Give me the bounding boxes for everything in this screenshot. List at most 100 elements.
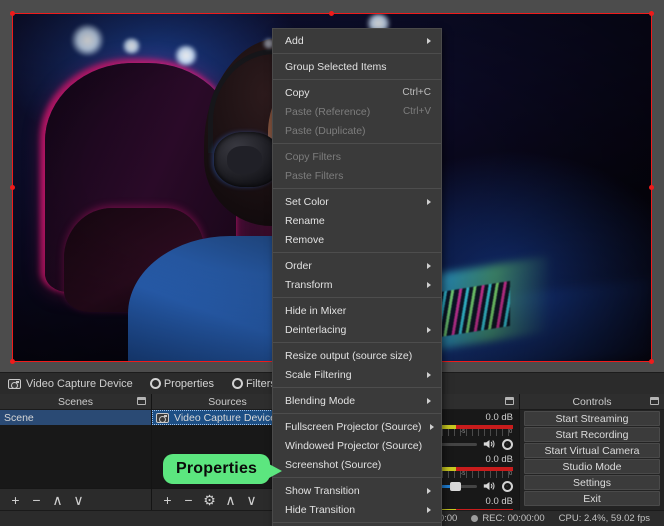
popout-icon[interactable] (505, 397, 514, 405)
submenu-arrow-icon (427, 198, 431, 205)
settings-button[interactable]: Settings (524, 475, 660, 490)
menu-item-transform[interactable]: Transform (273, 275, 441, 294)
sources-dock-title: Sources (208, 395, 247, 408)
toolbar-properties-button[interactable]: Properties (141, 373, 223, 394)
audio-track-level: 0.0 dB (485, 454, 513, 465)
start-streaming-button[interactable]: Start Streaming (524, 411, 660, 426)
controls-dock-title: Controls (572, 395, 612, 408)
menu-item-paste-reference: Paste (Reference) Ctrl+V (273, 102, 441, 121)
move-scene-down-button[interactable]: ∨ (69, 491, 88, 509)
menu-item-hide-in-mixer[interactable]: Hide in Mixer (273, 301, 441, 320)
menu-separator (273, 477, 441, 478)
properties-callout-tail (269, 463, 283, 478)
menu-item-windowed-projector[interactable]: Windowed Projector (Source) (273, 436, 441, 455)
start-recording-button[interactable]: Start Recording (524, 427, 660, 442)
menu-label: Blending Mode (285, 394, 356, 407)
menu-label: Order (285, 259, 312, 272)
remove-scene-button[interactable]: − (27, 491, 46, 509)
menu-label: Transform (285, 278, 333, 291)
audio-track-level: 0.0 dB (485, 412, 513, 423)
menu-separator (273, 188, 441, 189)
add-scene-button[interactable]: + (6, 491, 25, 509)
menu-item-paste-filters: Paste Filters (273, 166, 441, 185)
scene-list-item[interactable]: Scene (0, 410, 151, 425)
controls-body: Start Streaming Start Recording Start Vi… (520, 410, 664, 510)
audio-settings-gear-icon[interactable] (502, 480, 513, 492)
source-context-menu[interactable]: Add Group Selected Items Copy Ctrl+C Past… (272, 28, 442, 526)
menu-item-remove[interactable]: Remove (273, 230, 441, 249)
menu-label: Paste (Duplicate) (285, 124, 366, 137)
submenu-arrow-icon (427, 371, 431, 378)
menu-item-resize-output[interactable]: Resize output (source size) (273, 346, 441, 365)
menu-item-add[interactable]: Add (273, 31, 441, 50)
menu-item-scale-filtering[interactable]: Scale Filtering (273, 365, 441, 384)
popout-icon[interactable] (650, 397, 659, 405)
speaker-icon[interactable] (483, 480, 496, 492)
menu-separator (273, 252, 441, 253)
menu-label: Paste Filters (285, 169, 344, 182)
submenu-arrow-icon (427, 281, 431, 288)
menu-label: Remove (285, 233, 325, 246)
add-source-button[interactable]: + (158, 491, 177, 509)
camera-icon (8, 378, 21, 389)
source-properties-button[interactable]: ⚙ (200, 491, 219, 509)
menu-label: Copy Filters (285, 150, 342, 163)
volume-slider-knob[interactable] (450, 481, 462, 491)
tick-label: -5 (460, 471, 466, 477)
move-scene-up-button[interactable]: ∧ (48, 491, 67, 509)
menu-item-group-selected-items[interactable]: Group Selected Items (273, 57, 441, 76)
exit-button[interactable]: Exit (524, 491, 660, 506)
toolbar-properties-label: Properties (163, 377, 214, 390)
menu-label: Scale Filtering (285, 368, 352, 381)
menu-item-deinterlacing[interactable]: Deinterlacing (273, 320, 441, 339)
menu-item-copy[interactable]: Copy Ctrl+C (273, 83, 441, 102)
scenes-dock-title: Scenes (57, 395, 94, 408)
menu-item-order[interactable]: Order (273, 256, 441, 275)
source-toolbar-name: Video Capture Device (0, 373, 141, 394)
audio-track-level: 0.0 dB (485, 496, 513, 507)
submenu-arrow-icon (427, 506, 431, 513)
remove-source-button[interactable]: − (179, 491, 198, 509)
controls-dock: Controls Start Streaming Start Recording… (520, 394, 664, 510)
menu-item-rename[interactable]: Rename (273, 211, 441, 230)
menu-label: Screenshot (Source) (285, 458, 382, 471)
menu-label: Add (285, 34, 304, 47)
submenu-arrow-icon (427, 326, 431, 333)
menu-separator (273, 413, 441, 414)
menu-label: Set Color (285, 195, 329, 208)
cpu-status: CPU: 2.4%, 59.02 fps (559, 513, 650, 524)
menu-item-fullscreen-projector[interactable]: Fullscreen Projector (Source) (273, 417, 441, 436)
camera-icon (156, 412, 169, 423)
menu-item-screenshot-source[interactable]: Screenshot (Source) (273, 455, 441, 474)
menu-label: Deinterlacing (285, 323, 347, 336)
menu-label: Copy (285, 86, 310, 99)
gear-icon (149, 378, 161, 389)
menu-item-blending-mode[interactable]: Blending Mode (273, 391, 441, 410)
scenes-list[interactable]: Scene (0, 410, 151, 488)
menu-item-set-color[interactable]: Set Color (273, 192, 441, 211)
menu-separator (273, 522, 441, 523)
studio-mode-button[interactable]: Studio Mode (524, 459, 660, 474)
popout-icon[interactable] (137, 397, 146, 405)
menu-label: Windowed Projector (Source) (285, 439, 423, 452)
move-source-down-button[interactable]: ∨ (242, 491, 261, 509)
menu-label: Hide in Mixer (285, 304, 347, 317)
tick-label: 0 (509, 471, 512, 477)
menu-separator (273, 387, 441, 388)
submenu-arrow-icon (427, 37, 431, 44)
filters-icon (231, 378, 243, 389)
scene-list-item-label: Scene (4, 411, 34, 424)
move-source-up-button[interactable]: ∧ (221, 491, 240, 509)
menu-item-show-transition[interactable]: Show Transition (273, 481, 441, 500)
menu-separator (273, 297, 441, 298)
menu-item-hide-transition[interactable]: Hide Transition (273, 500, 441, 519)
menu-accelerator: Ctrl+C (402, 87, 431, 98)
start-virtual-camera-button[interactable]: Start Virtual Camera (524, 443, 660, 458)
menu-label: Rename (285, 214, 325, 227)
scenes-dock-header: Scenes (0, 394, 151, 410)
rec-status-label: REC: 00:00:00 (482, 513, 545, 524)
speaker-icon[interactable] (483, 438, 496, 450)
menu-separator (273, 79, 441, 80)
rec-status: REC: 00:00:00 (471, 513, 545, 524)
audio-settings-gear-icon[interactable] (502, 438, 513, 450)
